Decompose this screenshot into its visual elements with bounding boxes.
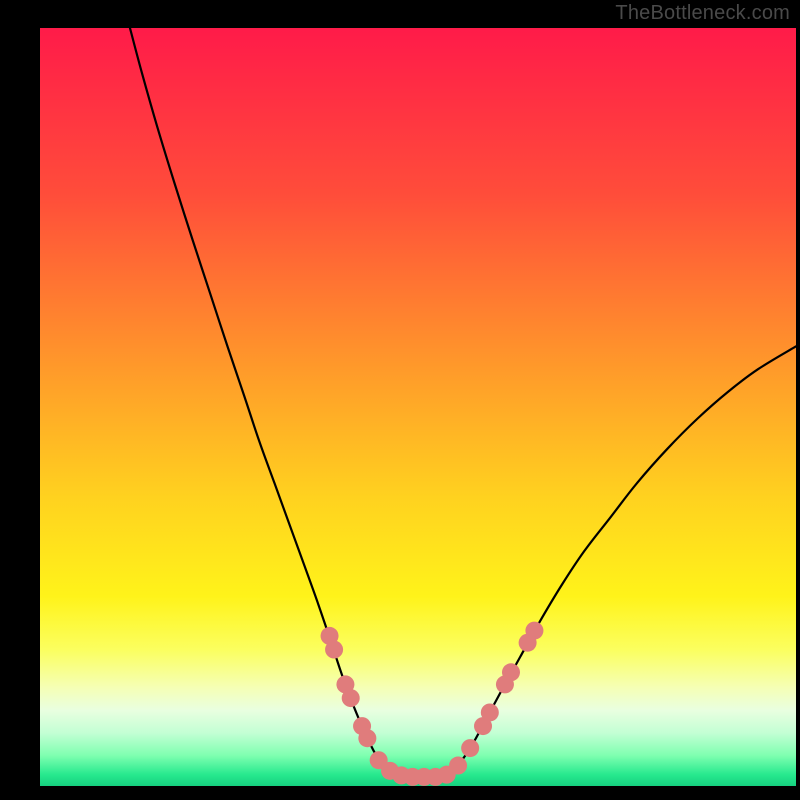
watermark-text: TheBottleneck.com <box>615 2 790 25</box>
marker-point <box>342 689 360 707</box>
chart-svg <box>0 0 800 800</box>
chart-stage: TheBottleneck.com <box>0 0 800 800</box>
marker-point <box>481 703 499 721</box>
marker-point <box>461 739 479 757</box>
marker-point <box>325 641 343 659</box>
marker-point <box>502 663 520 681</box>
marker-point <box>525 622 543 640</box>
marker-point <box>449 757 467 775</box>
marker-point <box>358 729 376 747</box>
gradient-background <box>40 28 796 786</box>
